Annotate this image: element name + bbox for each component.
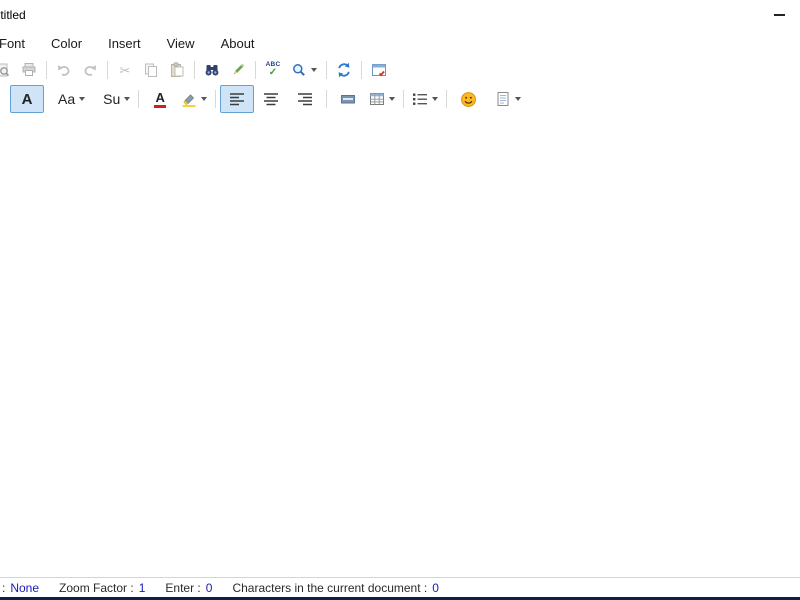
align-center-button[interactable] [254, 85, 288, 113]
main-toolbar: ✂ ABC ✓ [0, 56, 800, 84]
status-bar: : None Zoom Factor : 1 Enter : 0 Charact… [0, 577, 800, 600]
zoom-icon [291, 62, 307, 78]
bold-label: A [21, 90, 33, 108]
chevron-down-icon [432, 97, 439, 101]
cut-button[interactable]: ✂ [112, 57, 138, 83]
menu-insert[interactable]: Insert [95, 32, 154, 55]
case-label: Aa [58, 91, 76, 107]
highlight-button[interactable] [177, 85, 211, 113]
toolbar-separator [138, 90, 140, 108]
font-color-button[interactable]: A [143, 85, 177, 113]
document-area[interactable] [0, 114, 800, 577]
menu-about[interactable]: About [208, 32, 268, 55]
paste-button[interactable] [164, 57, 190, 83]
title-bar: Untitled [0, 0, 800, 30]
chevron-down-icon [79, 97, 86, 101]
toolbar-separator [255, 61, 256, 79]
toolbar-separator [326, 90, 328, 108]
pencil-icon [230, 62, 246, 78]
chevron-down-icon [515, 97, 522, 101]
align-right-icon [297, 92, 313, 106]
print-preview-icon [0, 62, 11, 78]
toolbar-separator [403, 90, 405, 108]
minimize-button[interactable] [762, 4, 796, 26]
menu-color[interactable]: Color [38, 32, 95, 55]
menu-view[interactable]: View [154, 32, 208, 55]
edit-pencil-button[interactable] [225, 57, 251, 83]
spellcheck-button[interactable]: ABC ✓ [260, 57, 286, 83]
toolbar-separator [326, 61, 327, 79]
refresh-button[interactable] [331, 57, 357, 83]
font-color-icon: A [154, 91, 167, 108]
align-center-icon [263, 92, 279, 106]
find-button[interactable] [199, 57, 225, 83]
copy-icon [143, 62, 159, 78]
paste-icon [169, 62, 185, 78]
minimize-icon [773, 14, 785, 16]
script-label: Su [103, 91, 121, 107]
status-selection: : None [2, 580, 40, 595]
undo-icon [56, 62, 72, 78]
redo-button[interactable] [77, 57, 103, 83]
insert-table-button[interactable] [365, 85, 399, 113]
menu-bar: Font Color Insert View About [0, 30, 800, 56]
menu-font[interactable]: Font [0, 32, 38, 55]
list-icon [412, 92, 428, 106]
change-case-button[interactable]: Aa [54, 85, 89, 113]
toolbar-separator [446, 90, 448, 108]
app-window: Untitled Font Color Insert View About [0, 0, 800, 600]
list-button[interactable] [408, 85, 442, 113]
chevron-down-icon [311, 68, 317, 72]
horizontal-line-button[interactable] [331, 85, 365, 113]
chevron-down-icon [201, 97, 208, 101]
emoji-button[interactable] [451, 85, 485, 113]
calendar-button[interactable] [366, 57, 392, 83]
document-options-button[interactable] [491, 85, 525, 113]
copy-button[interactable] [138, 57, 164, 83]
calendar-icon [371, 62, 387, 78]
print-button[interactable] [16, 57, 42, 83]
emoji-icon [460, 91, 477, 108]
print-icon [21, 62, 37, 78]
find-icon [204, 62, 220, 78]
toolbar-separator [46, 61, 47, 79]
chevron-down-icon [124, 97, 131, 101]
zoom-button[interactable] [286, 57, 322, 83]
toolbar-separator [361, 61, 362, 79]
status-zoom-factor: Zoom Factor : 1 [59, 580, 146, 595]
document-icon [495, 91, 511, 107]
bold-button[interactable]: A [10, 85, 44, 113]
format-toolbar: A Aa Su A [0, 84, 800, 114]
align-left-icon [229, 92, 245, 106]
status-enter-count: Enter : 0 [165, 580, 213, 595]
refresh-icon [336, 62, 352, 78]
window-title: Untitled [0, 8, 26, 22]
toolbar-separator [215, 90, 217, 108]
script-button[interactable]: Su [99, 85, 134, 113]
chevron-down-icon [389, 97, 396, 101]
cut-icon: ✂ [119, 62, 131, 78]
undo-button[interactable] [51, 57, 77, 83]
spellcheck-icon: ABC ✓ [265, 61, 281, 78]
align-left-button[interactable] [220, 85, 255, 113]
horizontal-line-icon [340, 91, 356, 107]
toolbar-separator [194, 61, 195, 79]
print-preview-button[interactable] [0, 57, 16, 83]
table-icon [369, 91, 385, 107]
highlighter-icon [181, 91, 197, 107]
redo-icon [82, 62, 98, 78]
toolbar-separator [107, 61, 108, 79]
status-character-count: Characters in the current document : 0 [232, 580, 439, 595]
align-right-button[interactable] [288, 85, 322, 113]
